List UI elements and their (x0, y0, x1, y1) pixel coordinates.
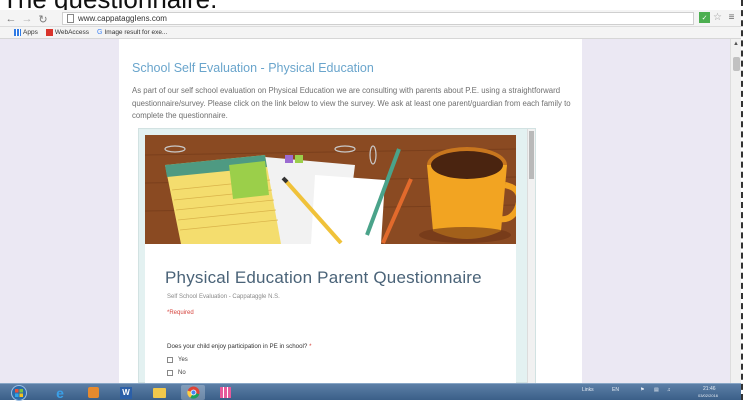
bookmark-label: Apps (23, 29, 38, 36)
bookmark-label: WebAccess (54, 29, 90, 36)
internet-explorer-icon[interactable]: e (51, 385, 69, 401)
page-viewport: School Self Evaluation - Physical Educat… (0, 39, 741, 383)
page-title: School Self Evaluation - Physical Educat… (132, 61, 374, 75)
clock-time[interactable]: 21:46 (703, 386, 716, 392)
url-text: www.cappataggIens.com (78, 14, 167, 23)
form-card: Physical Education Parent Questionnaire … (145, 244, 516, 383)
checkbox[interactable] (167, 370, 173, 376)
tray-links[interactable]: Links (582, 387, 594, 393)
page-scroll-thumb[interactable] (733, 57, 740, 71)
option-label: Yes (178, 357, 188, 363)
form-title: Physical Education Parent Questionnaire (165, 268, 482, 287)
desk-illustration (145, 135, 516, 244)
taskbar: e W Links EN ⚑ ▤ ♫ 21:46 03/02/2016 (0, 383, 741, 401)
media-player-icon[interactable] (84, 385, 102, 400)
option-no[interactable]: No (167, 370, 186, 376)
option-label: No (178, 370, 186, 376)
file-explorer-icon[interactable] (150, 385, 168, 400)
page-icon (67, 14, 74, 23)
bookmark-label: Image result for exe... (104, 29, 168, 36)
back-arrow-icon[interactable]: ← (4, 12, 18, 26)
embedded-form-frame: Physical Education Parent Questionnaire … (138, 128, 536, 383)
checkbox[interactable] (167, 357, 173, 363)
option-yes[interactable]: Yes (167, 357, 188, 363)
form-scrollbar[interactable] (527, 129, 535, 383)
chrome-logo-icon (186, 386, 199, 399)
bookmarks-bar: Apps WebAccess G Image result for exe... (0, 27, 741, 39)
chrome-icon[interactable] (181, 385, 205, 400)
required-star: * (309, 343, 312, 350)
extension-icon[interactable]: ✓ (699, 12, 710, 23)
webaccess-icon (45, 29, 53, 36)
tray-language[interactable]: EN (612, 387, 619, 393)
scroll-up-arrow-icon[interactable]: ▲ (733, 41, 739, 47)
apps-grid-icon (14, 29, 21, 36)
start-button[interactable] (10, 384, 28, 401)
form-subtitle: Self School Evaluation - Cappataggle N.S… (167, 294, 280, 300)
required-note: *Required (167, 310, 194, 316)
tray-volume-icon[interactable]: ♫ (667, 387, 671, 393)
bookmark-webaccess[interactable]: WebAccess (45, 29, 90, 36)
clock-date[interactable]: 03/02/2016 (698, 393, 718, 398)
bookmark-apps[interactable]: Apps (14, 29, 38, 36)
question-text: Does your child enjoy participation in P… (167, 343, 308, 350)
page-content: School Self Evaluation - Physical Educat… (119, 39, 582, 383)
reload-icon[interactable]: ↻ (36, 12, 50, 26)
windows-logo-icon (11, 384, 27, 401)
forward-arrow-icon[interactable]: → (20, 12, 34, 26)
google-icon: G (97, 29, 103, 36)
page-scrollbar[interactable]: ▲ (730, 39, 741, 383)
question-label: Does your child enjoy participation in P… (167, 343, 311, 350)
tray-network-icon[interactable]: ▤ (654, 387, 659, 393)
tray-flag-icon[interactable]: ⚑ (640, 387, 644, 393)
word-icon[interactable]: W (117, 385, 135, 400)
form-header-illustration (145, 135, 516, 244)
bookmark-image-result[interactable]: G Image result for exe... (97, 29, 167, 36)
app-grid-icon[interactable] (216, 385, 234, 400)
star-bookmark-icon[interactable]: ☆ (712, 12, 723, 23)
menu-icon[interactable]: ≡ (726, 12, 737, 23)
form-scroll-thumb[interactable] (529, 131, 534, 179)
intro-paragraph: As part of our self school evaluation on… (132, 86, 571, 120)
browser-toolbar: ← → ↻ www.cappataggIens.com ✓ ☆ ≡ (0, 10, 741, 27)
address-bar[interactable]: www.cappataggIens.com (62, 12, 694, 25)
